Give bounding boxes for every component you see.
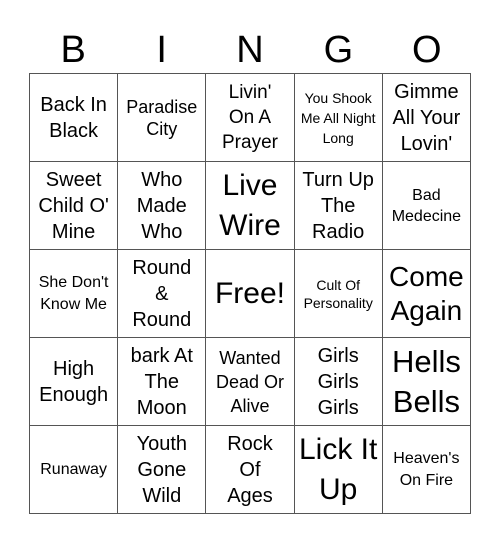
bingo-cell[interactable]: Who Made Who: [118, 162, 207, 250]
bingo-cell[interactable]: Gimme All Your Lovin': [382, 74, 471, 162]
cell-label: Who Made Who: [136, 168, 187, 243]
cell-label: Cult Of Personality: [303, 276, 373, 311]
bingo-cell[interactable]: Runaway: [30, 426, 119, 514]
cell-label: Gimme All Your Lovin': [392, 80, 461, 155]
header-letter-n: N: [236, 29, 264, 71]
bingo-cell[interactable]: Round & Round: [118, 250, 207, 338]
bingo-cell[interactable]: You Shook Me All Night Long: [294, 74, 383, 162]
bingo-cell[interactable]: Paradise City: [118, 74, 207, 162]
cell-label: Youth Gone Wild: [136, 432, 187, 507]
bingo-cell[interactable]: Free!: [206, 250, 295, 338]
bingo-cell[interactable]: Wanted Dead Or Alive: [206, 338, 295, 426]
cell-label: Hells Bells: [391, 343, 461, 419]
cell-label: Paradise City: [126, 96, 198, 139]
bingo-cell[interactable]: Rock Of Ages: [206, 426, 295, 514]
bingo-cell[interactable]: Youth Gone Wild: [118, 426, 207, 514]
bingo-cell[interactable]: She Don't Know Me: [30, 250, 119, 338]
cell-label: Rock Of Ages: [227, 432, 273, 507]
header-letter-i: I: [156, 29, 167, 71]
bingo-cell[interactable]: Come Again: [382, 250, 471, 338]
cell-label: Turn Up The Radio: [302, 168, 374, 243]
cell-label: She Don't Know Me: [38, 273, 109, 313]
bingo-cell[interactable]: Live Wire: [206, 162, 295, 250]
bingo-cell[interactable]: Bad Medecine: [382, 162, 471, 250]
cell-label: Sweet Child O' Mine: [38, 168, 109, 243]
bingo-cell[interactable]: Back In Black: [30, 74, 119, 162]
cell-label: Bad Medecine: [391, 186, 462, 225]
cell-label: Live Wire: [219, 168, 281, 242]
bingo-cell[interactable]: Livin' On A Prayer: [206, 74, 295, 162]
bingo-cell[interactable]: Lick It Up: [294, 426, 383, 514]
bingo-cell[interactable]: bark At The Moon: [118, 338, 207, 426]
bingo-cell[interactable]: Sweet Child O' Mine: [30, 162, 119, 250]
cell-label: Livin' On A Prayer: [222, 82, 278, 153]
cell-label: bark At The Moon: [130, 344, 193, 419]
bingo-cell[interactable]: Heaven's On Fire: [382, 426, 471, 514]
bingo-cell[interactable]: Hells Bells: [382, 338, 471, 426]
cell-label: Free!: [214, 276, 285, 310]
header-letter-b: B: [60, 29, 86, 71]
cell-label: Lick It Up: [299, 432, 378, 506]
cell-label: Round & Round: [132, 256, 192, 331]
cell-label: High Enough: [39, 357, 109, 406]
cell-label: Wanted Dead Or Alive: [215, 347, 284, 416]
cell-label: Heaven's On Fire: [393, 449, 460, 489]
bingo-header: B I N G O: [29, 28, 471, 72]
bingo-cell[interactable]: Cult Of Personality: [294, 250, 383, 338]
cell-label: Runaway: [40, 461, 107, 478]
cell-label: Back In Black: [40, 93, 107, 142]
bingo-cell[interactable]: High Enough: [30, 338, 119, 426]
cell-label: Come Again: [389, 260, 464, 326]
header-letter-g: G: [323, 29, 354, 71]
bingo-cell[interactable]: Turn Up The Radio: [294, 162, 383, 250]
cell-label: Girls Girls Girls: [317, 344, 359, 419]
bingo-cell[interactable]: Girls Girls Girls: [294, 338, 383, 426]
bingo-grid: Back In Black Paradise City Livin' On A …: [29, 73, 471, 514]
cell-label: You Shook Me All Night Long: [300, 89, 376, 146]
header-letter-o: O: [412, 29, 442, 71]
